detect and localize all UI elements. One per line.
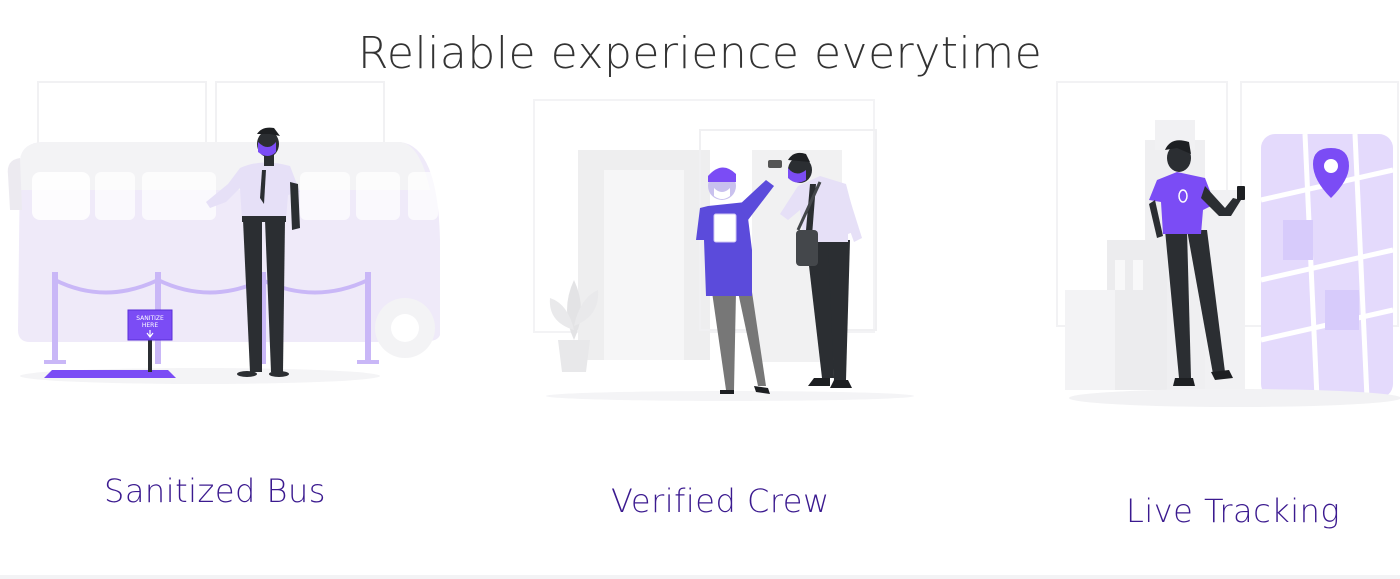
feature-label-live-tracking: Live Tracking	[1126, 492, 1341, 530]
sanitized-bus-illustration: SANITIZE HERE	[7, 81, 440, 384]
live-tracking-illustration	[1056, 81, 1400, 407]
sign-text-sanitize: SANITIZE	[136, 315, 164, 322]
feature-live-tracking: Live Tracking	[1055, 80, 1400, 530]
feature-verified-crew: Verified Crew	[530, 90, 930, 530]
feature-sanitized-bus: SANITIZE HERE Sanitized Bus	[0, 80, 450, 520]
bottom-divider	[0, 575, 1400, 579]
sign-text-here: HERE	[142, 322, 158, 329]
verified-crew-illustration	[533, 99, 914, 401]
feature-label-sanitized-bus: Sanitized Bus	[104, 472, 326, 510]
feature-label-verified-crew: Verified Crew	[611, 482, 830, 520]
page-title: Reliable experience everytime	[357, 28, 1043, 79]
page: Reliable experience everytime SANITIZE H…	[0, 0, 1400, 579]
